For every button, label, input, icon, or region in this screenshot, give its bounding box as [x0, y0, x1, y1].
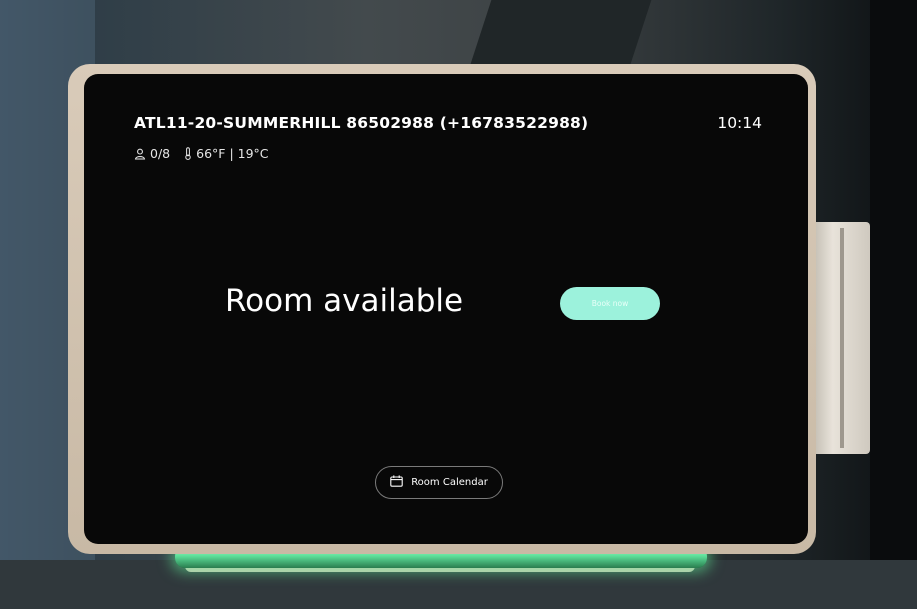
bracket-edge: [840, 228, 844, 448]
person-icon: [134, 148, 146, 160]
calendar-icon: [390, 475, 403, 490]
room-name: ATL11-20-SUMMERHILL 86502988 (+167835229…: [134, 114, 589, 132]
book-now-button[interactable]: Book now: [560, 287, 660, 320]
room-calendar-label: Room Calendar: [411, 477, 488, 488]
book-now-label: Book now: [591, 299, 629, 308]
wall-mount-bracket: [808, 222, 870, 454]
clock: 10:14: [717, 114, 762, 132]
occupancy-count: 0/8: [150, 146, 171, 161]
wall-band: [870, 0, 917, 609]
device-screen: ATL11-20-SUMMERHILL 86502988 (+167835229…: [84, 74, 808, 544]
room-status-text: Room available: [225, 283, 464, 319]
room-calendar-button[interactable]: Room Calendar: [375, 466, 503, 499]
room-info-row: 0/8 66°F | 19°C: [134, 146, 269, 161]
temperature-reading: 66°F | 19°C: [196, 146, 269, 161]
thermometer-icon: [184, 147, 192, 160]
wall-band: [468, 0, 652, 70]
